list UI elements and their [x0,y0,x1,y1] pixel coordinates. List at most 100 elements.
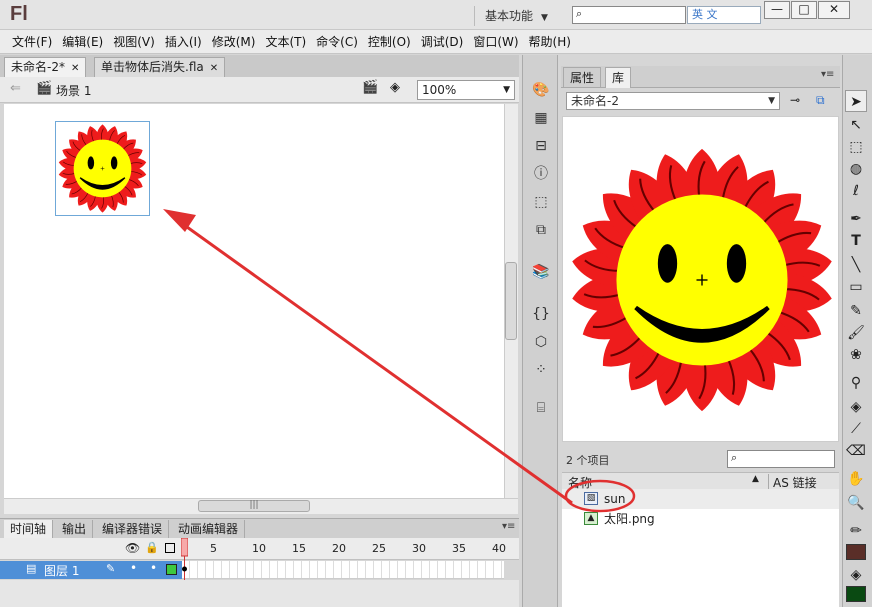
tab-properties[interactable]: 属性 [563,67,602,88]
menu-item[interactable]: 命令(C) [311,30,363,54]
timeline-footer [0,580,519,607]
movie-explorer-icon[interactable]: ⌸ [531,398,551,418]
back-arrow-icon[interactable]: ⇐ [10,81,21,96]
menu-item[interactable]: 插入(I) [160,30,207,54]
frame-number: 30 [412,542,426,555]
app-logo: Fl [10,3,28,25]
help-search-input[interactable]: ⌕ [572,6,686,24]
menu-item[interactable]: 调试(D) [416,30,469,54]
restore-button[interactable]: □ [791,1,817,19]
layer-row[interactable]: ▤ 图层 1 ✎ • • [0,561,182,579]
menu-item[interactable]: 文本(T) [260,30,311,54]
workspace-switcher[interactable]: 基本功能 ▼ [474,6,564,26]
lasso-tool-icon[interactable]: ℓ [845,180,867,202]
frame-grid[interactable] [182,561,504,579]
color-palette-icon[interactable]: 🎨 [531,80,551,100]
zoom-tool-icon[interactable]: 🔍 [845,492,867,514]
library-books-icon[interactable]: 📚 [531,262,551,282]
library-item-count: 2 个项目 [566,454,610,467]
frame-number: 20 [332,542,346,555]
sort-arrow-icon[interactable]: ▲ [752,474,759,484]
info-icon[interactable]: ⓘ [531,164,551,184]
panel-menu-icon[interactable]: ▾≡ [821,69,834,80]
fill-color-swatch[interactable] [846,586,866,602]
new-library-panel-icon[interactable]: ⧉ [816,93,825,108]
menu-item[interactable]: 帮助(H) [524,30,576,54]
library-preview [562,116,839,442]
menu-item[interactable]: 文件(F) [7,30,57,54]
pencil-tool-icon[interactable]: ✎ [845,300,867,322]
stage-vertical-scroll-thumb[interactable] [505,262,517,340]
tab-timeline[interactable]: 时间轴 [4,520,54,539]
motion-presets-icon[interactable]: ⁘ [531,360,551,380]
hand-tool-icon[interactable]: ✋ [845,468,867,490]
eraser-tool-icon[interactable]: ⌫ [845,440,867,462]
movieclip-symbol-icon: ▧ [584,492,598,505]
library-column-header: 名称 ▲ AS 链接 [562,472,839,491]
code-snippets-icon[interactable]: {} [531,304,551,324]
tab-untitled-2[interactable]: 未命名-2* ✕ [4,57,87,77]
tab-click-disappear[interactable]: 单击物体后消失.fla ✕ [94,57,226,77]
scene-label: 场景 1 [56,84,92,98]
stage-horizontal-scroll-thumb[interactable]: ||| [198,500,310,512]
tab-output[interactable]: 输出 [56,520,94,539]
pin-library-icon[interactable]: ⊸ [790,93,800,107]
bone-tool-icon[interactable]: ⚲ [845,372,867,394]
stroke-color-swatch[interactable] [846,544,866,560]
transform-icon[interactable]: ⬚ [531,192,551,212]
library-document-select[interactable]: 未命名-2 ▼ [566,92,780,110]
tab-motion-editor[interactable]: 动画编辑器 [172,520,246,539]
ime-label: 英 文 [692,8,718,21]
visibility-dot[interactable]: • [130,561,137,575]
panel-menu-icon[interactable]: ▾≡ [502,521,515,532]
swatches-grid-icon[interactable]: ▦ [531,108,551,128]
close-button[interactable]: ✕ [818,1,850,19]
text-tool-icon[interactable]: T [845,230,867,252]
menu-item[interactable]: 视图(V) [108,30,160,54]
edit-symbols-icon[interactable]: ◈ [390,80,400,95]
tab-compiler-errors[interactable]: 编译器错误 [96,520,170,539]
library-item-name: sun [604,492,626,506]
timeline-tabs: 时间轴 输出 编译器错误 动画编辑器 ▾≡ [0,518,519,539]
frame-number: 25 [372,542,386,555]
library-item[interactable]: ▧ sun [562,489,839,509]
close-icon[interactable]: ✕ [210,63,218,74]
zoom-select[interactable]: 100% ▼ [417,80,515,100]
selection-tool-icon[interactable]: ➤ [845,90,867,112]
close-icon[interactable]: ✕ [71,63,79,74]
frame-number: 35 [452,542,466,555]
menu-item[interactable]: 窗口(W) [468,30,523,54]
align-icon[interactable]: ⊟ [531,136,551,156]
workspace-label: 基本功能 [485,9,534,23]
eye-icon[interactable]: 👁 [125,541,140,555]
3d-rotation-tool-icon[interactable]: ◍ [845,158,867,180]
tab-label: 未命名-2* [11,60,65,74]
pen-tool-icon[interactable]: ✒ [845,208,867,230]
lock-dot[interactable]: • [150,561,157,575]
brush-tool-icon[interactable]: 🖌 [845,322,867,344]
menu-item[interactable]: 修改(M) [207,30,261,54]
menu-item[interactable]: 编辑(E) [57,30,108,54]
line-tool-icon[interactable]: ╲ [845,254,867,276]
sun-instance-on-stage[interactable] [55,121,150,216]
scene-panel-icon[interactable]: ⧉ [531,220,551,240]
subselection-tool-icon[interactable]: ↖ [845,114,867,136]
menu-item[interactable]: 控制(O) [363,30,416,54]
paint-bucket-tool-icon[interactable]: ◈ [845,396,867,418]
components-icon[interactable]: ⬡ [531,332,551,352]
library-document-name: 未命名-2 [571,94,619,108]
edit-scene-icon[interactable]: 🎬 [362,80,378,95]
minimize-button[interactable]: — [764,1,790,19]
sun-instance-graphic [57,123,148,214]
eyedropper-tool-icon[interactable]: ⟋ [845,418,867,440]
library-item[interactable]: ▲ 太阳.png [562,509,839,529]
chevron-down-icon: ▼ [541,13,548,23]
rectangle-tool-icon[interactable]: ▭ [845,276,867,298]
layer-color-swatch[interactable] [166,564,177,575]
free-transform-tool-icon[interactable]: ⬚ [845,136,867,158]
tab-library[interactable]: 库 [605,67,632,88]
outline-icon[interactable] [165,543,175,553]
library-search-input[interactable]: ⌕ [727,450,835,468]
lock-icon[interactable]: 🔒 [145,541,159,554]
deco-tool-icon[interactable]: ❀ [845,344,867,366]
